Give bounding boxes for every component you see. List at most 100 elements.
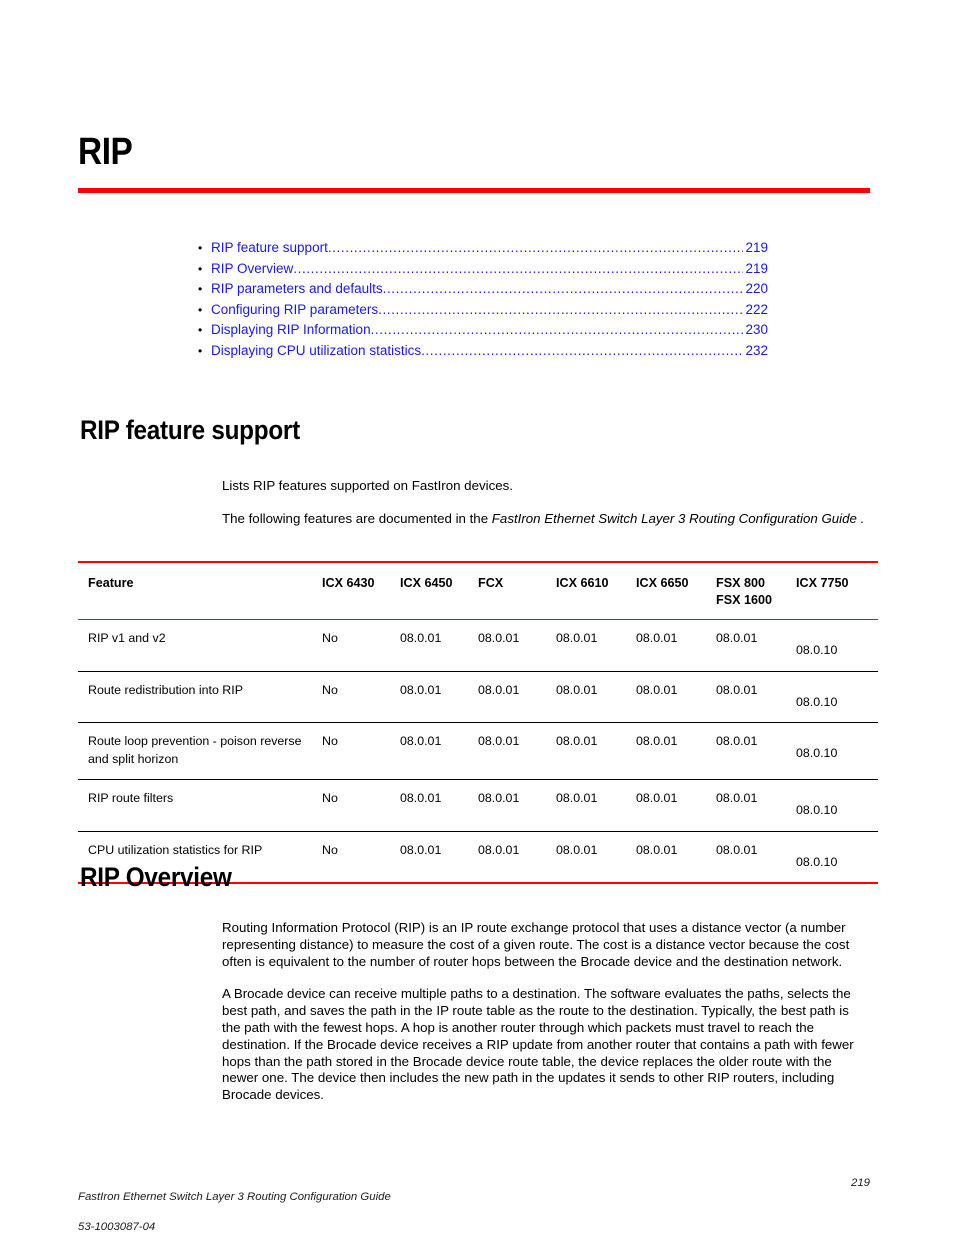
- rip-overview-body: Routing Information Protocol (RIP) is an…: [222, 920, 870, 1104]
- footer-document-number: 53-1003087-04: [78, 1221, 156, 1233]
- cell-value: 08.0.01: [556, 734, 598, 748]
- toc-item[interactable]: • RIP Overview 219: [198, 259, 768, 280]
- cell-value: 08.0.01: [636, 791, 678, 805]
- toc-item[interactable]: • Configuring RIP parameters 222: [198, 300, 768, 321]
- overview-paragraph-2: A Brocade device can receive multiple pa…: [222, 986, 854, 1103]
- cell-value: 08.0.01: [556, 791, 598, 805]
- column-header-line1: ICX 7750: [796, 576, 849, 590]
- cell-value: 08.0.01: [716, 791, 758, 805]
- cell-feature-name: Route redistribution into RIP: [88, 682, 243, 697]
- toc-item[interactable]: • RIP parameters and defaults 220: [198, 279, 768, 300]
- toc-item-label[interactable]: Displaying CPU utilization statistics: [211, 341, 421, 362]
- column-header-line1: ICX 6430: [322, 576, 375, 590]
- cell-value: 08.0.01: [400, 631, 442, 645]
- toc-item-label[interactable]: RIP Overview: [211, 259, 293, 280]
- chapter-title-rule: [78, 188, 870, 193]
- toc-item[interactable]: • Displaying CPU utilization statistics …: [198, 341, 768, 362]
- feature-support-body: Lists RIP features supported on FastIron…: [222, 478, 870, 528]
- feature-support-note: The following features are documented in…: [222, 511, 870, 528]
- cell-value: 08.0.10: [796, 746, 838, 760]
- feature-support-table-wrapper: Feature ICX 6430 ICX 6450 FCX ICX 6610 I…: [78, 561, 878, 884]
- toc-item-page[interactable]: 232: [743, 341, 768, 362]
- chapter-title: RIP: [78, 131, 133, 173]
- cell-value: No: [322, 842, 338, 857]
- toc-item-page[interactable]: 219: [743, 238, 768, 259]
- column-header-icx-6430: ICX 6430: [322, 562, 400, 620]
- cell-value: 08.0.01: [636, 734, 678, 748]
- bullet-icon: •: [198, 282, 203, 296]
- toc-item-page[interactable]: 220: [743, 279, 768, 300]
- cell-value: 08.0.01: [716, 842, 758, 857]
- toc-leader-dots: [371, 320, 744, 341]
- chapter-toc: • RIP feature support 219 • RIP Overview…: [198, 238, 768, 361]
- cell-value: 08.0.01: [636, 682, 678, 697]
- cell-value: 08.0.01: [478, 682, 520, 697]
- cell-value: 08.0.01: [716, 734, 758, 748]
- cell-value: 08.0.01: [478, 734, 520, 748]
- cell-value: 08.0.01: [556, 682, 598, 697]
- toc-item-page[interactable]: 222: [743, 300, 768, 321]
- cell-value: 08.0.01: [400, 791, 442, 805]
- cell-value: No: [322, 682, 338, 697]
- cell-value: No: [322, 734, 338, 748]
- note-guide-title: FastIron Ethernet Switch Layer 3 Routing…: [491, 510, 857, 526]
- overview-paragraph-1: Routing Information Protocol (RIP) is an…: [222, 920, 850, 969]
- cell-value: 08.0.01: [716, 682, 758, 697]
- cell-value: 08.0.10: [796, 803, 838, 817]
- footer-document-info: FastIron Ethernet Switch Layer 3 Routing…: [78, 1175, 391, 1235]
- column-header-icx-6650: ICX 6650: [636, 562, 716, 620]
- toc-item-page[interactable]: 230: [743, 320, 768, 341]
- cell-value: 08.0.01: [478, 791, 520, 805]
- toc-item-page[interactable]: 219: [743, 259, 768, 280]
- column-header-icx-7750: ICX 7750: [796, 562, 878, 620]
- toc-item-label[interactable]: Displaying RIP Information: [211, 320, 371, 341]
- cell-value: 08.0.10: [796, 643, 838, 657]
- cell-value: 08.0.01: [556, 842, 598, 857]
- cell-feature-name: Route loop prevention - poison reverse a…: [88, 734, 302, 766]
- toc-item[interactable]: • RIP feature support 219: [198, 238, 768, 259]
- bullet-icon: •: [198, 323, 203, 337]
- toc-leader-dots: [383, 279, 744, 300]
- document-page: RIP • RIP feature support 219 • RIP Over…: [0, 0, 954, 1235]
- cell-value: 08.0.10: [796, 694, 838, 709]
- table-row: Route loop prevention - poison reverse a…: [78, 723, 878, 780]
- note-prefix-text: The following features are documented in…: [222, 510, 492, 526]
- column-header-line1: FCX: [478, 576, 504, 590]
- column-header-icx-6450: ICX 6450: [400, 562, 478, 620]
- column-header-line1: ICX 6650: [636, 576, 689, 590]
- footer-document-title: FastIron Ethernet Switch Layer 3 Routing…: [78, 1191, 391, 1203]
- note-suffix-text: .: [856, 510, 865, 526]
- cell-value: No: [322, 791, 338, 805]
- cell-value: 08.0.01: [400, 682, 442, 697]
- section-heading-rip-feature-support: RIP feature support: [80, 415, 300, 445]
- table-row: Route redistribution into RIP No 08.0.01…: [78, 671, 878, 723]
- toc-leader-dots: [293, 259, 743, 280]
- cell-value: 08.0.01: [400, 842, 442, 857]
- toc-leader-dots: [421, 341, 743, 362]
- toc-item-label[interactable]: RIP feature support: [211, 238, 328, 259]
- table-header-row: Feature ICX 6430 ICX 6450 FCX ICX 6610 I…: [78, 562, 878, 620]
- toc-item[interactable]: • Displaying RIP Information 230: [198, 320, 768, 341]
- table-row: RIP route filters No 08.0.01 08.0.01 08.…: [78, 780, 878, 831]
- footer-page-number: 219: [850, 1177, 870, 1189]
- section-heading-rip-overview: RIP Overview: [80, 862, 232, 892]
- cell-value: 08.0.01: [478, 842, 520, 857]
- page-footer: FastIron Ethernet Switch Layer 3 Routing…: [78, 1175, 870, 1235]
- cell-value: 08.0.10: [796, 854, 838, 869]
- bullet-icon: •: [198, 343, 203, 358]
- column-header-fcx: FCX: [478, 562, 556, 620]
- bullet-icon: •: [198, 241, 203, 255]
- column-header-line1: FSX 800: [716, 576, 766, 590]
- column-header-line1: Feature: [88, 576, 134, 590]
- bullet-icon: •: [198, 302, 203, 317]
- toc-leader-dots: [378, 300, 743, 321]
- cell-feature-name: RIP route filters: [88, 791, 174, 805]
- cell-value: 08.0.01: [400, 734, 442, 748]
- bullet-icon: •: [198, 261, 203, 276]
- cell-feature-name: RIP v1 and v2: [88, 631, 166, 645]
- column-header-fsx-800-1600: FSX 800 FSX 1600: [716, 562, 796, 620]
- toc-item-label[interactable]: Configuring RIP parameters: [211, 300, 378, 321]
- toc-item-label[interactable]: RIP parameters and defaults: [211, 279, 383, 300]
- table-row: RIP v1 and v2 No 08.0.01 08.0.01 08.0.01…: [78, 620, 878, 671]
- cell-value: 08.0.01: [716, 631, 758, 645]
